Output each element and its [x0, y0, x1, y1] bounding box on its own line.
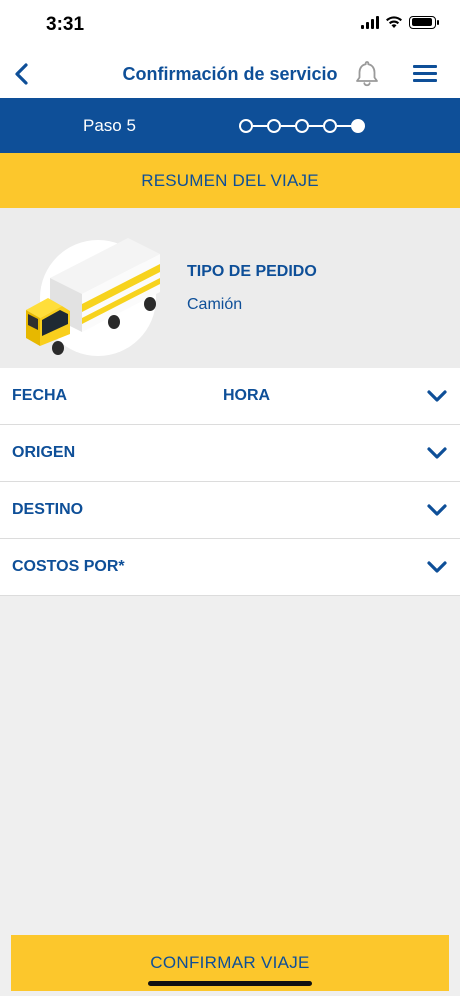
- wifi-icon: [386, 16, 402, 28]
- hamburger-menu-button[interactable]: [412, 62, 440, 86]
- bell-icon: [356, 61, 378, 87]
- step-label: Paso 5: [83, 116, 136, 135]
- status-time: 3:31: [46, 14, 85, 35]
- step-indicator: [239, 119, 365, 133]
- hamburger-menu-icon: [413, 65, 437, 68]
- origin-row[interactable]: ORIGEN: [0, 425, 460, 482]
- destination-label: DESTINO: [12, 501, 84, 518]
- step-progress-bar: Paso 5: [0, 98, 460, 153]
- step-dot: [267, 119, 281, 133]
- navigation-bar: Confirmación de servicio: [0, 50, 460, 98]
- page-title: Confirmación de servicio: [122, 64, 338, 84]
- date-time-row[interactable]: FECHA HORA: [0, 368, 460, 425]
- trip-detail-list: FECHA HORA ORIGEN DESTINO COSTOS POR*: [0, 368, 460, 596]
- chevron-down-icon[interactable]: [426, 502, 448, 518]
- destination-row[interactable]: DESTINO: [0, 482, 460, 539]
- date-label: FECHA: [12, 387, 68, 404]
- truck-icon: [26, 238, 160, 356]
- time-label: HORA: [223, 387, 271, 404]
- status-bar: 3:31: [0, 0, 460, 50]
- cellular-signal-icon: [361, 15, 379, 29]
- trip-summary-title: RESUMEN DEL VIAJE: [141, 170, 319, 190]
- origin-label: ORIGEN: [12, 444, 76, 461]
- chevron-down-icon[interactable]: [426, 388, 448, 404]
- battery-icon: [409, 15, 439, 29]
- order-type-label: TIPO DE PEDIDO: [187, 263, 317, 280]
- confirm-trip-label: CONFIRMAR VIAJE: [150, 953, 310, 972]
- step-dot-active: [351, 119, 365, 133]
- status-icons: [361, 15, 439, 29]
- costs-row[interactable]: COSTOS POR*: [0, 539, 460, 596]
- home-indicator: [148, 981, 312, 986]
- trip-summary-header: RESUMEN DEL VIAJE: [0, 153, 460, 208]
- order-type-value: Camión: [187, 296, 243, 313]
- order-type-card: TIPO DE PEDIDO Camión: [0, 208, 460, 368]
- chevron-down-icon[interactable]: [426, 559, 448, 575]
- step-dot: [295, 119, 309, 133]
- notifications-button[interactable]: [352, 58, 382, 90]
- costs-label: COSTOS POR*: [12, 558, 125, 575]
- chevron-down-icon[interactable]: [426, 445, 448, 461]
- step-dot: [323, 119, 337, 133]
- step-dot: [239, 119, 253, 133]
